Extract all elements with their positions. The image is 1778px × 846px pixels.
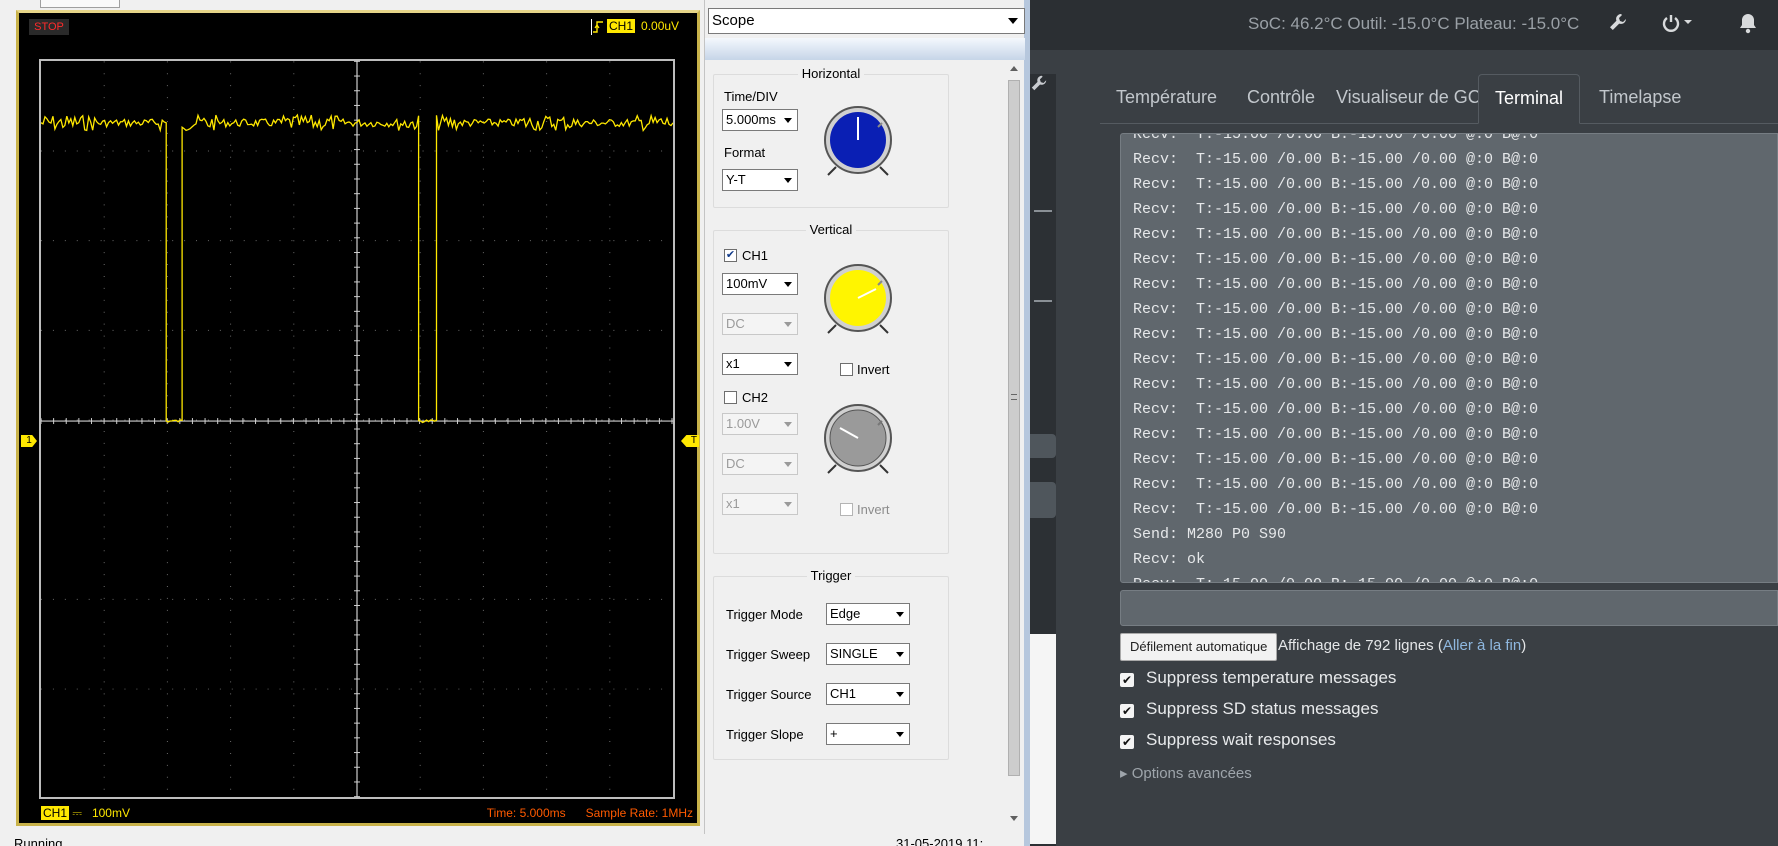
terminal-line: Recv: T:-15.00 /0.00 B:-15.00 /0.00 @:0 … xyxy=(1133,251,1539,268)
trigger-readout: CH1 0.00uV xyxy=(591,17,679,35)
trigger-mode-select[interactable]: Edge xyxy=(826,603,910,625)
scroll-down-icon xyxy=(1010,816,1018,821)
window-tab[interactable] xyxy=(40,0,120,8)
timebase-knob-icon[interactable] xyxy=(818,103,898,183)
ch2-probe-select: x1 xyxy=(722,493,798,515)
run-status: Running xyxy=(14,836,63,846)
horizontal-group: Horizontal Time/DIV 5.000ms Format Y-T xyxy=(713,66,949,208)
time-readout: Time: 5.000ms xyxy=(486,806,566,820)
chevron-down-icon xyxy=(1008,18,1018,24)
terminal-line: Recv: T:-15.00 /0.00 B:-15.00 /0.00 @:0 … xyxy=(1133,133,1539,143)
terminal-line: Recv: T:-15.00 /0.00 B:-15.00 /0.00 @:0 … xyxy=(1133,176,1539,193)
terminal-line: Send: M280 P0 S90 xyxy=(1133,526,1287,543)
octoprint-window: SoC: 46.2°C Outil: -15.0°C Plateau: -15.… xyxy=(1030,0,1778,846)
waveform-grid[interactable] xyxy=(39,59,675,799)
vertical-group: Vertical ✔ CH1 100mV DC x1 Invert CH2 1.… xyxy=(713,222,949,554)
checkbox-checked-icon: ✔ xyxy=(1120,735,1134,749)
terminal-line: Recv: T:-15.00 /0.00 B:-15.00 /0.00 @:0 … xyxy=(1133,401,1539,418)
ch2-coupling-select: DC xyxy=(722,453,798,475)
ch1-volts-select[interactable]: 100mV xyxy=(722,273,798,295)
checkbox-checked-icon: ✔ xyxy=(1120,704,1134,718)
sample-rate: Sample Rate: 1MHz xyxy=(585,806,693,820)
grid-lines xyxy=(41,61,673,797)
sidebar-scrollbar[interactable] xyxy=(1030,634,1056,844)
terminal-line: Recv: T:-15.00 /0.00 B:-15.00 /0.00 @:0 … xyxy=(1133,501,1539,518)
tab-temperature[interactable]: Température xyxy=(1100,74,1233,124)
command-input[interactable] xyxy=(1120,590,1778,626)
oscilloscope-window: STOP CH1 0.00uV 1 T CH1 ⎓ 100mV Time: 5.0… xyxy=(0,0,1030,846)
ch2-invert-checkbox xyxy=(840,503,853,516)
ch1-checkbox[interactable]: ✔ xyxy=(724,249,737,262)
trigger-slope-select[interactable]: + xyxy=(826,723,910,745)
terminal-line: Recv: T:-15.00 /0.00 B:-15.00 /0.00 @:0 … xyxy=(1133,451,1539,468)
terminal-line: Recv: T:-15.00 /0.00 B:-15.00 /0.00 @:0 … xyxy=(1133,351,1539,368)
status-bar: Running 31-05-2019 11: xyxy=(0,834,1020,846)
tab-timelapse[interactable]: Timelapse xyxy=(1583,74,1697,124)
wrench-icon[interactable] xyxy=(1030,74,1056,97)
terminal-line: Recv: T:-15.00 /0.00 B:-15.00 /0.00 @:0 … xyxy=(1133,476,1539,493)
scope-display-panel: STOP CH1 0.00uV 1 T CH1 ⎓ 100mV Time: 5.0… xyxy=(16,10,700,826)
terminal-line: Recv: T:-15.00 /0.00 B:-15.00 /0.00 @:0 … xyxy=(1133,326,1539,343)
terminal-line: Recv: T:-15.00 /0.00 B:-15.00 /0.00 @:0 … xyxy=(1121,572,1777,582)
terminal-line: Recv: T:-15.00 /0.00 B:-15.00 /0.00 @:0 … xyxy=(1133,376,1539,393)
terminal-lines: Recv: T:-15.00 /0.00 B:-15.00 /0.00 @:0 … xyxy=(1121,147,1777,582)
advanced-options-toggle[interactable]: ▸ Options avancées xyxy=(1120,764,1252,782)
scope-footer: CH1 ⎓ 100mV Time: 5.000ms Sample Rate: 1M… xyxy=(39,804,699,822)
terminal-line: Recv: T:-15.00 /0.00 B:-15.00 /0.00 @:0 … xyxy=(1133,226,1539,243)
ch1-coupling-select: DC xyxy=(722,313,798,335)
octoprint-navbar: SoC: 46.2°C Outil: -15.0°C Plateau: -15.… xyxy=(1030,0,1778,50)
trigger-level-marker[interactable]: T xyxy=(681,435,699,447)
terminal-line: Recv: T:-15.00 /0.00 B:-15.00 /0.00 @:0 … xyxy=(1133,201,1539,218)
panel-header-bar xyxy=(705,38,1025,60)
scroll-up-icon xyxy=(1010,66,1018,71)
ch1-level-marker[interactable]: 1 xyxy=(21,435,37,447)
temperature-status: SoC: 46.2°C Outil: -15.0°C Plateau: -15.… xyxy=(1248,14,1580,33)
main-tabs: Température Contrôle Visualiseur de GCod… xyxy=(1100,74,1778,124)
ch1-probe-select[interactable]: x1 xyxy=(722,353,798,375)
ch1-tag: CH1 xyxy=(41,806,70,820)
suppress-sd-checkbox[interactable]: ✔ Suppress SD status messages xyxy=(1120,699,1378,719)
caret-right-icon: ▸ xyxy=(1120,765,1132,782)
ch1-volts-knob-icon[interactable] xyxy=(818,261,898,341)
control-panel-scrollbar[interactable] xyxy=(1005,62,1023,834)
terminal-line: Recv: T:-15.00 /0.00 B:-15.00 /0.00 @:0 … xyxy=(1133,151,1539,168)
ch1-invert-checkbox[interactable] xyxy=(840,363,853,376)
terminal-line: Recv: ok xyxy=(1133,551,1206,568)
suppress-wait-checkbox[interactable]: ✔ Suppress wait responses xyxy=(1120,730,1336,750)
rising-edge-icon xyxy=(591,18,603,35)
sidebar-input[interactable] xyxy=(1030,434,1056,458)
power-icon[interactable] xyxy=(1662,12,1694,38)
trigger-sweep-select[interactable]: SINGLE xyxy=(826,643,910,665)
terminal-line: Recv: T:-15.00 /0.00 B:-15.00 /0.00 @:0 … xyxy=(1133,301,1539,318)
scroll-to-end-link[interactable]: Aller à la fin xyxy=(1443,637,1521,654)
terminal-line: Recv: T:-15.00 /0.00 B:-15.00 /0.00 @:0 … xyxy=(1133,276,1539,293)
ch2-volts-knob-icon[interactable] xyxy=(818,401,898,481)
ch1-scale: 100mV xyxy=(91,806,130,820)
timediv-select[interactable]: 5.000ms xyxy=(722,109,798,131)
terminal-line: Recv: T:-15.00 /0.00 B:-15.00 /0.00 @:0 … xyxy=(1133,426,1539,443)
trigger-source-select[interactable]: CH1 xyxy=(826,683,910,705)
line-count: Affichage de 792 lignes (Aller à la fin) xyxy=(1278,637,1527,654)
dc-coupling-icon: ⎓ xyxy=(72,806,82,820)
bell-icon[interactable] xyxy=(1738,12,1758,40)
terminal-output[interactable]: Recv: T:-15.00 /0.00 B:-15.00 /0.00 @:0 … xyxy=(1120,133,1778,583)
suppress-temperature-checkbox[interactable]: ✔ Suppress temperature messages xyxy=(1120,668,1396,688)
trigger-group: Trigger Trigger Mode Edge Trigger Sweep … xyxy=(713,568,949,760)
format-select[interactable]: Y-T xyxy=(722,169,798,191)
ch2-checkbox[interactable] xyxy=(724,391,737,404)
wrench-icon[interactable] xyxy=(1608,12,1628,38)
tab-terminal[interactable]: Terminal xyxy=(1478,74,1581,124)
autoscroll-button[interactable]: Défilement automatique xyxy=(1120,633,1278,661)
sidebar-button[interactable] xyxy=(1030,482,1056,518)
mode-select[interactable]: Scope xyxy=(708,8,1025,34)
control-panel: Scope Horizontal Time/DIV 5.000ms Format… xyxy=(704,0,1025,846)
ch2-volts-select: 1.00V xyxy=(722,413,798,435)
sidebar-strip xyxy=(1030,74,1056,846)
checkbox-checked-icon: ✔ xyxy=(1120,673,1134,687)
run-stop-badge[interactable]: STOP xyxy=(29,19,69,35)
date-time: 31-05-2019 11: xyxy=(896,836,984,846)
tab-control[interactable]: Contrôle xyxy=(1231,74,1331,124)
